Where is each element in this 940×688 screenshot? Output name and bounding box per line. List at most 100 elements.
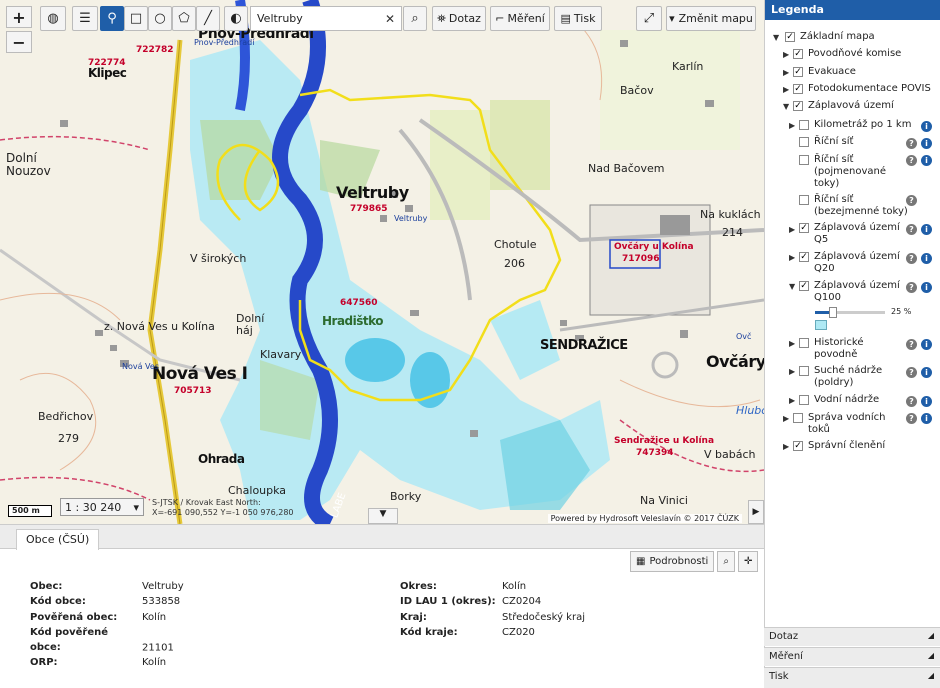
checkbox-unchecked[interactable] — [799, 395, 809, 405]
legend-item-evakuace[interactable]: ✓ Evakuace — [793, 66, 856, 78]
info-icon[interactable]: i — [921, 339, 932, 350]
legend-item-spravni-cleneni[interactable]: ✓ Správní členění — [793, 440, 885, 452]
checkbox-unchecked[interactable] — [799, 137, 809, 147]
legend-item-suche-nadrze[interactable]: Suché nádrže (poldry) — [799, 365, 903, 389]
poi-veltruby[interactable]: Veltruby — [394, 214, 427, 223]
checkbox-checked[interactable]: ✓ — [799, 223, 809, 233]
expand-caret-icon[interactable]: ▶ — [783, 85, 789, 94]
globe-button[interactable]: ◍ — [40, 6, 66, 31]
layers-button[interactable]: ◐ — [224, 6, 248, 31]
checkbox-unchecked[interactable] — [799, 338, 809, 348]
checkbox-unchecked[interactable] — [799, 120, 809, 130]
legend-item-fotodokumentace[interactable]: ✓ Fotodokumentace POVIS — [793, 83, 931, 95]
info-icon[interactable]: i — [921, 282, 932, 293]
help-icon[interactable]: ? — [906, 413, 917, 424]
expand-caret-icon[interactable]: ▼ — [783, 102, 789, 111]
legend-item-vodni-nadrze[interactable]: Vodní nádrže — [799, 394, 879, 406]
opacity-slider[interactable] — [815, 307, 885, 318]
checkbox-unchecked[interactable] — [793, 413, 803, 423]
expand-caret-icon[interactable]: ▶ — [783, 68, 789, 77]
legend-item-q5[interactable]: ✓ Záplavová území Q5 — [799, 222, 903, 246]
checkbox-checked[interactable]: ✓ — [793, 84, 803, 94]
help-icon[interactable]: ? — [906, 138, 917, 149]
legend-item-ricni-sit[interactable]: Říční síť — [799, 136, 853, 148]
accordion-tisk[interactable]: Tisk ◢ — [764, 667, 940, 688]
zoom-out-button[interactable]: − — [6, 31, 32, 53]
expand-caret-icon[interactable]: ▶ — [789, 367, 795, 376]
dotaz-button[interactable]: ⛯ Dotaz — [432, 6, 486, 31]
help-icon[interactable]: ? — [906, 224, 917, 235]
zoom-in-button[interactable]: + — [6, 6, 32, 28]
legend-item-kilometraz[interactable]: Kilometráž po 1 km — [799, 119, 911, 131]
help-icon[interactable]: ? — [906, 396, 917, 407]
help-icon[interactable]: ? — [906, 339, 917, 350]
accordion-dotaz[interactable]: Dotaz ◢ — [764, 627, 940, 646]
map-view[interactable]: Pnov-Předhradí 722774 722782 Klipec Doln… — [0, 0, 764, 524]
checkbox-checked[interactable]: ✓ — [793, 49, 803, 59]
help-icon[interactable]: ? — [906, 155, 917, 166]
circle-tool-button[interactable]: ○ — [148, 6, 172, 31]
checkbox-unchecked[interactable] — [799, 155, 809, 165]
expand-caret-icon[interactable]: ▶ — [789, 253, 795, 262]
checkbox-checked[interactable]: ✓ — [793, 441, 803, 451]
info-icon[interactable]: i — [921, 121, 932, 132]
expand-caret-icon[interactable]: ▶ — [789, 396, 795, 405]
checkbox-checked[interactable]: ✓ — [799, 252, 809, 262]
expand-caret-icon[interactable]: ▶ — [783, 50, 789, 59]
search-input[interactable]: Veltruby ✕ — [250, 6, 402, 31]
legend-item-ricni-sit-pojmenovane[interactable]: Říční síť (pojmenované toky) — [799, 154, 909, 190]
checkbox-unchecked[interactable] — [799, 195, 809, 205]
mereni-button[interactable]: ⌐ Měření — [490, 6, 550, 31]
expand-caret-icon[interactable]: ▶ — [789, 225, 795, 234]
clear-search-icon[interactable]: ✕ — [385, 12, 395, 26]
legend-item-q20[interactable]: ✓ Záplavová území Q20 — [799, 251, 903, 275]
menu-button[interactable]: ☰ — [72, 6, 98, 31]
accordion-mereni[interactable]: Měření ◢ — [764, 647, 940, 666]
expand-caret-icon[interactable]: ▶ — [789, 121, 795, 130]
locate-button[interactable]: ✛ — [737, 551, 759, 572]
opacity-slider-handle[interactable] — [829, 307, 837, 318]
info-icon[interactable]: i — [921, 367, 932, 378]
info-icon[interactable]: i — [921, 224, 932, 235]
rectangle-tool-button[interactable]: □ — [124, 6, 148, 31]
legend-item-sprava-vodnich-toku[interactable]: Správa vodních toků — [793, 412, 897, 436]
expand-caret-icon[interactable]: ▶ — [789, 339, 795, 348]
info-icon[interactable]: i — [921, 138, 932, 149]
checkbox-checked[interactable]: ✓ — [793, 101, 803, 111]
legend-item-historicke[interactable]: Historické povodně — [799, 337, 903, 361]
help-icon[interactable]: ? — [906, 282, 917, 293]
info-icon[interactable]: i — [921, 253, 932, 264]
poi-pnov[interactable]: Pnov-Předhradí — [194, 38, 254, 47]
change-map-button[interactable]: ▾ Změnit mapu — [666, 6, 756, 31]
podrobnosti-button[interactable]: ▦ Podrobnosti — [630, 551, 715, 572]
expand-caret-icon[interactable]: ▶ — [783, 442, 789, 451]
fullscreen-button[interactable]: ⤢ — [636, 6, 662, 31]
tab-obce[interactable]: Obce (ČSÚ) — [16, 529, 100, 550]
legend-item-zakladni-mapa[interactable]: ✓ Základní mapa — [785, 31, 875, 43]
collapse-legend-button[interactable]: ▶ — [748, 500, 764, 524]
help-icon[interactable]: ? — [906, 253, 917, 264]
expand-caret-icon[interactable]: ▼ — [789, 282, 795, 291]
polygon-tool-button[interactable]: ⬠ — [172, 6, 196, 31]
expand-caret-icon[interactable]: ▶ — [783, 414, 789, 423]
checkbox-unchecked[interactable] — [799, 366, 809, 376]
zoom-to-button[interactable]: ⌕ — [717, 551, 735, 572]
point-tool-button[interactable]: ⚲ — [100, 6, 124, 31]
legend-item-zaplavova-uzemi[interactable]: ✓ Záplavová území — [793, 100, 894, 112]
legend-item-q100[interactable]: ✓ Záplavová území Q100 — [799, 280, 903, 304]
checkbox-checked[interactable]: ✓ — [785, 32, 795, 42]
checkbox-checked[interactable]: ✓ — [799, 281, 809, 291]
expand-caret-icon[interactable]: ▼ — [773, 33, 779, 42]
poi-ovcary[interactable]: Ovč — [736, 332, 751, 341]
info-icon[interactable]: i — [921, 396, 932, 407]
checkbox-checked[interactable]: ✓ — [793, 67, 803, 77]
info-icon[interactable]: i — [921, 155, 932, 166]
tisk-button[interactable]: ▤ Tisk — [554, 6, 602, 31]
legend-item-ricni-sit-bezejmenne[interactable]: Říční síť (bezejmenné toky) — [799, 194, 911, 218]
collapse-panel-button[interactable]: ▼ — [368, 508, 398, 524]
info-icon[interactable]: i — [921, 413, 932, 424]
legend-item-povodnove-komise[interactable]: ✓ Povodňové komise — [793, 48, 901, 60]
scale-select[interactable]: 1 : 30 240 ▾ — [60, 498, 144, 516]
help-icon[interactable]: ? — [906, 367, 917, 378]
poi-nova-ves[interactable]: Nová Ves — [122, 362, 159, 371]
